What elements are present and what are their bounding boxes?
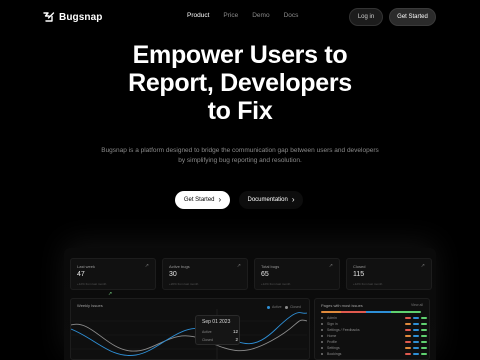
nav-link-price[interactable]: Price (223, 12, 238, 19)
weekly-issues-chart (71, 309, 307, 359)
hero-title-line-1: Empower Users to (132, 41, 348, 69)
hero-title-line-2: Report, Developers (128, 69, 352, 97)
stat-note: +12% from last month (353, 282, 383, 286)
series-line-closed (71, 319, 307, 352)
stat-note: +20% from last month (169, 282, 199, 286)
nav-get-started-button[interactable]: Get Started (389, 8, 436, 26)
trend-up-icon: ↗ (328, 263, 333, 269)
logo-mark-icon: ↗ (108, 291, 113, 297)
trend-up-icon: ↗ (144, 263, 149, 269)
hero-subtitle: Bugsnap is a platform designed to bridge… (101, 147, 379, 164)
list-item-label: Settings / Feedbacks (327, 328, 360, 332)
get-started-label: Get Started (183, 197, 215, 203)
bullet-icon (321, 317, 323, 319)
hero-title: Empower Users to Report, Developers to F… (0, 41, 480, 125)
bullet-icon (321, 329, 323, 331)
tooltip-date: Sep 01 2023 (202, 319, 231, 325)
brand-name: Bugsnap (59, 11, 103, 23)
pages-issues-panel: Pages with most issues View all Admin Si… (314, 298, 430, 360)
stat-label: Active bugs (169, 264, 190, 269)
dashboard-preview: Last week ↗ 47 +12% from last month Acti… (64, 248, 436, 360)
brand-logo[interactable]: Bugsnap (43, 11, 102, 23)
stat-label: Closed (353, 264, 366, 269)
documentation-button[interactable]: Documentation › (239, 191, 303, 209)
top-nav: Bugsnap Product Price Demo Docs Log in G… (0, 0, 480, 34)
login-button[interactable]: Log in (349, 8, 383, 26)
bullet-icon (321, 335, 323, 337)
tooltip-row-closed: Closed 2 (202, 337, 238, 342)
tooltip-value: 12 (232, 329, 238, 334)
hero-title-line-3: to Fix (207, 97, 273, 125)
bullet-icon (321, 341, 323, 343)
item-bars (405, 341, 427, 343)
stat-card-last-week: Last week ↗ 47 +12% from last month (70, 258, 156, 290)
stat-label: Total bugs (261, 264, 280, 269)
nav-link-docs[interactable]: Docs (284, 12, 299, 19)
nav-links: Product Price Demo Docs (187, 12, 312, 19)
list-item-label: Admin (327, 316, 337, 320)
bullet-icon (321, 353, 323, 355)
trend-up-icon: ↗ (236, 263, 241, 269)
chevron-right-icon: › (291, 195, 295, 204)
documentation-label: Documentation (247, 197, 288, 203)
list-item-label: Profile (327, 340, 337, 344)
weekly-issues-panel: Weekly Issues Active Closed Sep 01 2023 … (70, 298, 310, 360)
stat-value: 65 (261, 271, 269, 278)
item-bars (405, 335, 427, 337)
nav-link-product[interactable]: Product (187, 12, 209, 19)
issues-distribution-bar (321, 311, 421, 313)
stat-note: +12% from last month (261, 282, 291, 286)
stat-card-closed: Closed ↗ 115 +12% from last month (346, 258, 432, 290)
bugsnap-logo-icon (43, 12, 55, 22)
item-bars (405, 347, 427, 349)
stat-note: +12% from last month (77, 282, 107, 286)
list-item-label: Bookings (327, 352, 342, 356)
bullet-icon (321, 347, 323, 349)
tooltip-value: 2 (235, 337, 238, 342)
list-item-label: Sign in (327, 322, 338, 326)
get-started-button[interactable]: Get Started › (175, 191, 230, 209)
tooltip-row-active: Active 12 (202, 329, 238, 334)
trend-up-icon: ↗ (420, 263, 425, 269)
bullet-icon (321, 323, 323, 325)
list-item-label: Home (327, 334, 337, 338)
list-item[interactable]: Bookings (321, 351, 427, 357)
nav-link-demo[interactable]: Demo (252, 12, 269, 19)
item-bars (405, 317, 427, 319)
stat-card-total-bugs: Total bugs ↗ 65 +12% from last month (254, 258, 340, 290)
item-bars (405, 329, 427, 331)
list-item-label: Settings (327, 346, 340, 350)
tooltip-label: Closed (202, 337, 213, 342)
chart-tooltip: Sep 01 2023 Active 12 Closed 2 (195, 315, 240, 345)
stat-card-active-bugs: Active bugs ↗ 30 +20% from last month (162, 258, 248, 290)
item-bars (405, 323, 427, 325)
item-bars (405, 353, 427, 355)
tooltip-label: Active (202, 329, 212, 334)
view-all-link[interactable]: View all (411, 303, 423, 307)
stat-value: 30 (169, 271, 177, 278)
stat-value: 47 (77, 271, 85, 278)
chevron-right-icon: › (218, 195, 222, 204)
stat-label: Last week (77, 264, 96, 269)
panel-title: Weekly Issues (77, 303, 103, 308)
panel-title: Pages with most issues (321, 303, 363, 308)
stat-value: 115 (353, 271, 365, 278)
